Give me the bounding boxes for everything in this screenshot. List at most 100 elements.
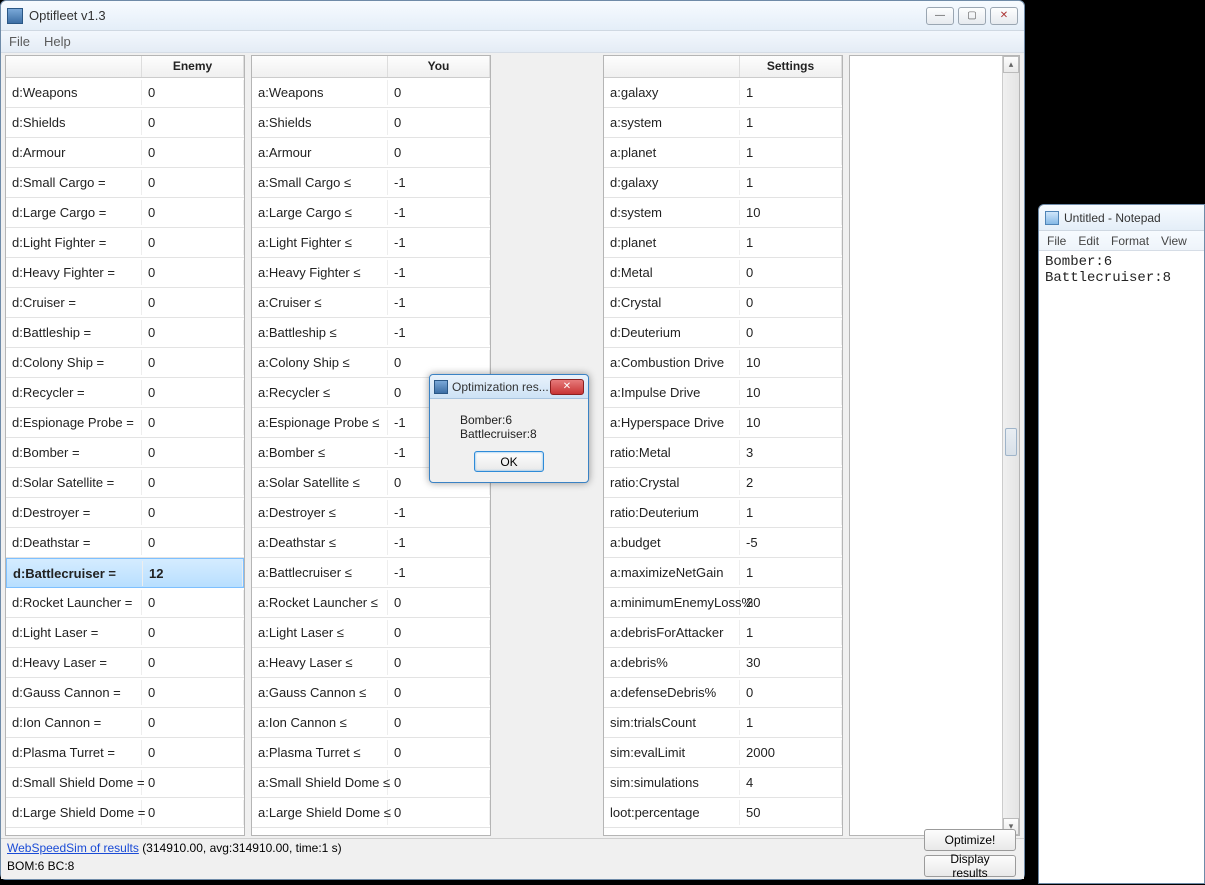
- enemy-value[interactable]: 0: [142, 800, 244, 825]
- you-label[interactable]: a:Weapons: [252, 80, 388, 105]
- you-label[interactable]: a:Armour: [252, 140, 388, 165]
- you-label[interactable]: a:Battleship ≤: [252, 320, 388, 345]
- maximize-button[interactable]: ▢: [958, 7, 986, 25]
- settings-row[interactable]: d:galaxy1: [604, 168, 842, 198]
- you-row[interactable]: a:Cruiser ≤-1: [252, 288, 490, 318]
- menu-help[interactable]: Help: [44, 34, 71, 49]
- you-label[interactable]: a:Espionage Probe ≤: [252, 410, 388, 435]
- you-row[interactable]: a:Battleship ≤-1: [252, 318, 490, 348]
- enemy-row[interactable]: d:Armour0: [6, 138, 244, 168]
- enemy-row[interactable]: d:Heavy Fighter =0: [6, 258, 244, 288]
- settings-row[interactable]: d:Crystal0: [604, 288, 842, 318]
- settings-value[interactable]: 1: [740, 110, 842, 135]
- enemy-label[interactable]: d:Heavy Laser =: [6, 650, 142, 675]
- settings-value[interactable]: 10: [740, 200, 842, 225]
- settings-label[interactable]: a:defenseDebris%: [604, 680, 740, 705]
- settings-value[interactable]: 1: [740, 560, 842, 585]
- you-row[interactable]: a:Light Laser ≤0: [252, 618, 490, 648]
- settings-value[interactable]: 10: [740, 350, 842, 375]
- enemy-row[interactable]: d:Espionage Probe =0: [6, 408, 244, 438]
- results-link[interactable]: WebSpeedSim of results: [7, 841, 139, 855]
- settings-label[interactable]: a:debris%: [604, 650, 740, 675]
- settings-row[interactable]: d:planet1: [604, 228, 842, 258]
- enemy-value[interactable]: 0: [142, 350, 244, 375]
- settings-value[interactable]: -5: [740, 530, 842, 555]
- enemy-value[interactable]: 0: [142, 770, 244, 795]
- enemy-label[interactable]: d:Ion Cannon =: [6, 710, 142, 735]
- settings-label[interactable]: a:Hyperspace Drive: [604, 410, 740, 435]
- enemy-label[interactable]: d:Espionage Probe =: [6, 410, 142, 435]
- you-row[interactable]: a:Battlecruiser ≤-1: [252, 558, 490, 588]
- settings-label[interactable]: ratio:Deuterium: [604, 500, 740, 525]
- settings-label[interactable]: a:Combustion Drive: [604, 350, 740, 375]
- enemy-header-blank[interactable]: [6, 56, 142, 77]
- display-results-button[interactable]: Display results: [924, 855, 1016, 877]
- enemy-label[interactable]: d:Light Laser =: [6, 620, 142, 645]
- close-button[interactable]: ✕: [990, 7, 1018, 25]
- dialog-ok-button[interactable]: OK: [474, 451, 544, 472]
- you-label[interactable]: a:Rocket Launcher ≤: [252, 590, 388, 615]
- settings-value[interactable]: 0: [740, 320, 842, 345]
- settings-header-blank[interactable]: [604, 56, 740, 77]
- scroll-up-button[interactable]: ▴: [1003, 56, 1019, 73]
- settings-value[interactable]: 0: [740, 680, 842, 705]
- dialog-titlebar[interactable]: Optimization res... ✕: [430, 375, 588, 399]
- you-value[interactable]: 0: [388, 80, 490, 105]
- you-value[interactable]: 0: [388, 350, 490, 375]
- enemy-label[interactable]: d:Gauss Cannon =: [6, 680, 142, 705]
- enemy-label[interactable]: d:Weapons: [6, 80, 142, 105]
- you-row[interactable]: a:Shields0: [252, 108, 490, 138]
- enemy-row[interactable]: d:Gauss Cannon =0: [6, 678, 244, 708]
- settings-label[interactable]: a:system: [604, 110, 740, 135]
- you-label[interactable]: a:Gauss Cannon ≤: [252, 680, 388, 705]
- you-row[interactable]: a:Weapons0: [252, 78, 490, 108]
- settings-row[interactable]: a:galaxy1: [604, 78, 842, 108]
- enemy-row[interactable]: d:Light Fighter =0: [6, 228, 244, 258]
- enemy-label[interactable]: d:Shields: [6, 110, 142, 135]
- enemy-value[interactable]: 0: [142, 380, 244, 405]
- enemy-row[interactable]: d:Small Cargo =0: [6, 168, 244, 198]
- settings-value[interactable]: 1: [740, 230, 842, 255]
- settings-value[interactable]: 1: [740, 710, 842, 735]
- you-header[interactable]: You: [388, 56, 490, 77]
- settings-value[interactable]: 2: [740, 470, 842, 495]
- settings-row[interactable]: loot:percentage50: [604, 798, 842, 828]
- notepad-menu-file[interactable]: File: [1047, 234, 1066, 248]
- you-label[interactable]: a:Small Shield Dome ≤: [252, 770, 388, 795]
- enemy-row[interactable]: d:Rocket Launcher =0: [6, 588, 244, 618]
- settings-row[interactable]: ratio:Crystal2: [604, 468, 842, 498]
- enemy-row[interactable]: d:Heavy Laser =0: [6, 648, 244, 678]
- you-value[interactable]: -1: [388, 260, 490, 285]
- you-value[interactable]: 0: [388, 650, 490, 675]
- settings-value[interactable]: 50: [740, 800, 842, 825]
- settings-row[interactable]: a:debrisForAttacker1: [604, 618, 842, 648]
- settings-label[interactable]: d:Deuterium: [604, 320, 740, 345]
- enemy-label[interactable]: d:Deathstar =: [6, 530, 142, 555]
- you-value[interactable]: -1: [388, 230, 490, 255]
- settings-label[interactable]: loot:percentage: [604, 800, 740, 825]
- settings-value[interactable]: 3: [740, 440, 842, 465]
- settings-label[interactable]: d:Metal: [604, 260, 740, 285]
- notepad-textarea[interactable]: Bomber:6 Battlecruiser:8: [1039, 251, 1204, 883]
- enemy-value[interactable]: 0: [142, 110, 244, 135]
- you-value[interactable]: 0: [388, 620, 490, 645]
- dialog-close-button[interactable]: ✕: [550, 379, 584, 395]
- enemy-value[interactable]: 0: [142, 650, 244, 675]
- you-row[interactable]: a:Large Shield Dome ≤0: [252, 798, 490, 828]
- vertical-scrollbar[interactable]: ▴ ▾: [1002, 56, 1019, 835]
- enemy-value[interactable]: 0: [142, 200, 244, 225]
- enemy-value[interactable]: 0: [142, 440, 244, 465]
- you-row[interactable]: a:Plasma Turret ≤0: [252, 738, 490, 768]
- settings-value[interactable]: 2000: [740, 740, 842, 765]
- enemy-row[interactable]: d:Battleship =0: [6, 318, 244, 348]
- you-value[interactable]: 0: [388, 140, 490, 165]
- you-row[interactable]: a:Small Cargo ≤-1: [252, 168, 490, 198]
- enemy-row[interactable]: d:Deathstar =0: [6, 528, 244, 558]
- settings-value[interactable]: 4: [740, 770, 842, 795]
- you-label[interactable]: a:Light Fighter ≤: [252, 230, 388, 255]
- enemy-row[interactable]: d:Small Shield Dome =0: [6, 768, 244, 798]
- settings-label[interactable]: a:Impulse Drive: [604, 380, 740, 405]
- enemy-value[interactable]: 0: [142, 260, 244, 285]
- minimize-button[interactable]: —: [926, 7, 954, 25]
- you-label[interactable]: a:Large Cargo ≤: [252, 200, 388, 225]
